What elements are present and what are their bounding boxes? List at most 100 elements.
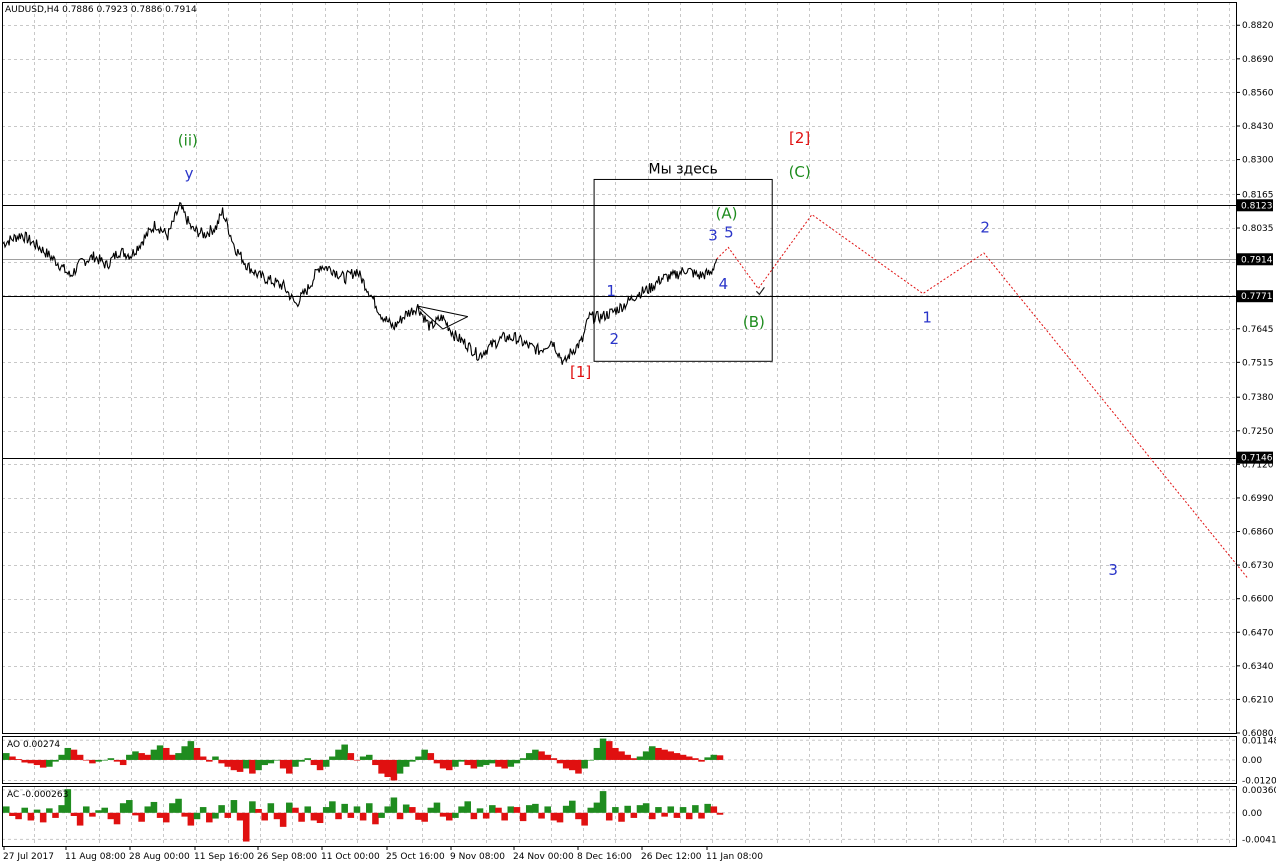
histogram-bar <box>532 749 539 760</box>
y-tick-label: 0.7515 <box>1242 358 1274 368</box>
histogram-bar <box>661 812 668 817</box>
panel-frame <box>2 2 1237 734</box>
histogram-bar <box>156 745 164 760</box>
x-tick-label: 27 Jul 2017 <box>3 852 54 862</box>
histogram-bar <box>599 738 607 760</box>
histogram-bar <box>544 806 551 813</box>
wave-label: (ii) <box>178 132 198 150</box>
histogram-bar <box>107 758 115 760</box>
histogram-bar <box>421 749 428 760</box>
histogram-bar <box>470 812 478 820</box>
histogram-bar <box>673 812 681 818</box>
histogram-bar <box>544 754 551 760</box>
histogram-bar <box>630 812 638 818</box>
histogram-bar <box>402 759 410 767</box>
histogram-bar <box>569 800 576 813</box>
histogram-bar <box>458 806 465 813</box>
histogram-bar <box>421 812 428 822</box>
y-tick-label: 0.6340 <box>1242 662 1274 672</box>
histogram-bar <box>310 759 318 766</box>
x-tick-label: 26 Sep 08:00 <box>257 852 317 862</box>
histogram-bar <box>298 812 305 822</box>
y-tick-label: 0.8035 <box>1242 224 1274 234</box>
histogram-bar <box>513 807 521 813</box>
histogram-bar <box>236 759 244 772</box>
y-tick-label: 0.7645 <box>1242 325 1274 335</box>
grid <box>2 2 1236 846</box>
histogram-bar <box>704 757 711 760</box>
histogram-bar <box>489 759 496 764</box>
histogram-bar <box>144 806 152 813</box>
ac-tick-label: 0.00 <box>1242 809 1262 819</box>
histogram-bar <box>593 802 601 813</box>
histogram-bar <box>692 805 699 813</box>
histogram-bar <box>366 754 373 760</box>
x-tick-label: 25 Oct 16:00 <box>386 852 445 862</box>
y-tick-label: 0.8820 <box>1242 21 1274 31</box>
chart-canvas[interactable]: Мы здесь (ii) y [1] 1 2 3 4 5(A) (B) [2] (C) 2 1 3 0.… <box>0 0 1276 866</box>
x-tick-label: 28 Aug 00:00 <box>129 852 190 862</box>
histogram-bar <box>482 759 490 766</box>
ac-tick-label: -0.00417 <box>1242 835 1276 845</box>
histogram-bar <box>353 759 361 761</box>
histogram-bar <box>439 759 447 769</box>
histogram-bar <box>679 807 687 813</box>
histogram-bar <box>230 800 238 813</box>
wave-label: 1 <box>606 282 616 300</box>
symbol-info: AUDUSD,H4 0.7886 0.7923 0.7886 0.7914 <box>5 5 197 15</box>
histogram-bar <box>21 807 29 813</box>
time-axis: 27 Jul 2017 11 Aug 08:00 28 Aug 00:00 11 Se… <box>3 846 763 862</box>
histogram-bar <box>587 759 595 761</box>
histogram-bar <box>9 756 16 760</box>
histogram-bar <box>704 803 711 813</box>
histogram-bar <box>501 759 508 769</box>
histogram-bar <box>501 812 508 821</box>
histogram-bar <box>445 812 453 821</box>
x-tick-label: 26 Dec 12:00 <box>641 852 702 862</box>
histogram-bar <box>507 759 515 767</box>
x-tick-label: 11 Sep 16:00 <box>194 852 254 862</box>
ao-tick-label: 0.00 <box>1242 756 1262 766</box>
histogram-bar <box>593 747 601 760</box>
histogram-bar <box>126 754 133 760</box>
here-box-label: Мы здесь <box>649 161 718 177</box>
histogram-bar <box>636 805 644 813</box>
forecast-path <box>716 213 1248 579</box>
histogram-bar <box>218 759 225 764</box>
wave-label: 2 <box>980 219 990 237</box>
histogram-bar <box>58 805 65 813</box>
histogram-bar <box>206 759 213 762</box>
wave-label: 3 <box>708 227 718 245</box>
histogram-bar <box>15 759 22 760</box>
histogram-bar <box>70 749 78 760</box>
histogram-bar <box>181 812 188 817</box>
histogram-bar <box>218 805 225 813</box>
histogram-bar <box>618 751 625 760</box>
x-tick-label: 11 Aug 08:00 <box>65 852 126 862</box>
histogram-bar <box>335 749 342 760</box>
histogram-bar <box>341 744 348 760</box>
x-tick-label: 9 Nov 08:00 <box>450 852 505 862</box>
histogram-bar <box>642 803 650 813</box>
histogram-bar <box>495 807 502 813</box>
histogram-bar <box>710 806 718 813</box>
histogram-bar <box>605 741 613 760</box>
histogram-bar <box>335 812 342 820</box>
histogram-bar <box>273 759 281 761</box>
histogram-bar <box>630 758 638 760</box>
y-tick-label: 0.6990 <box>1242 494 1274 504</box>
histogram-bar <box>242 812 250 842</box>
histogram-bar <box>562 805 570 813</box>
histogram-bar <box>3 753 10 760</box>
histogram-bar <box>550 812 558 821</box>
histogram-bar <box>304 806 312 813</box>
price-tag-label: 0.7771 <box>1241 292 1273 302</box>
histogram-bar <box>187 741 195 760</box>
histogram-bar <box>292 759 299 767</box>
histogram-bar <box>415 756 422 760</box>
histogram-bar <box>76 812 84 826</box>
histogram-bar <box>679 754 687 760</box>
histogram-bar <box>698 759 705 762</box>
histogram-bar <box>458 759 465 762</box>
histogram-bar <box>101 759 108 761</box>
